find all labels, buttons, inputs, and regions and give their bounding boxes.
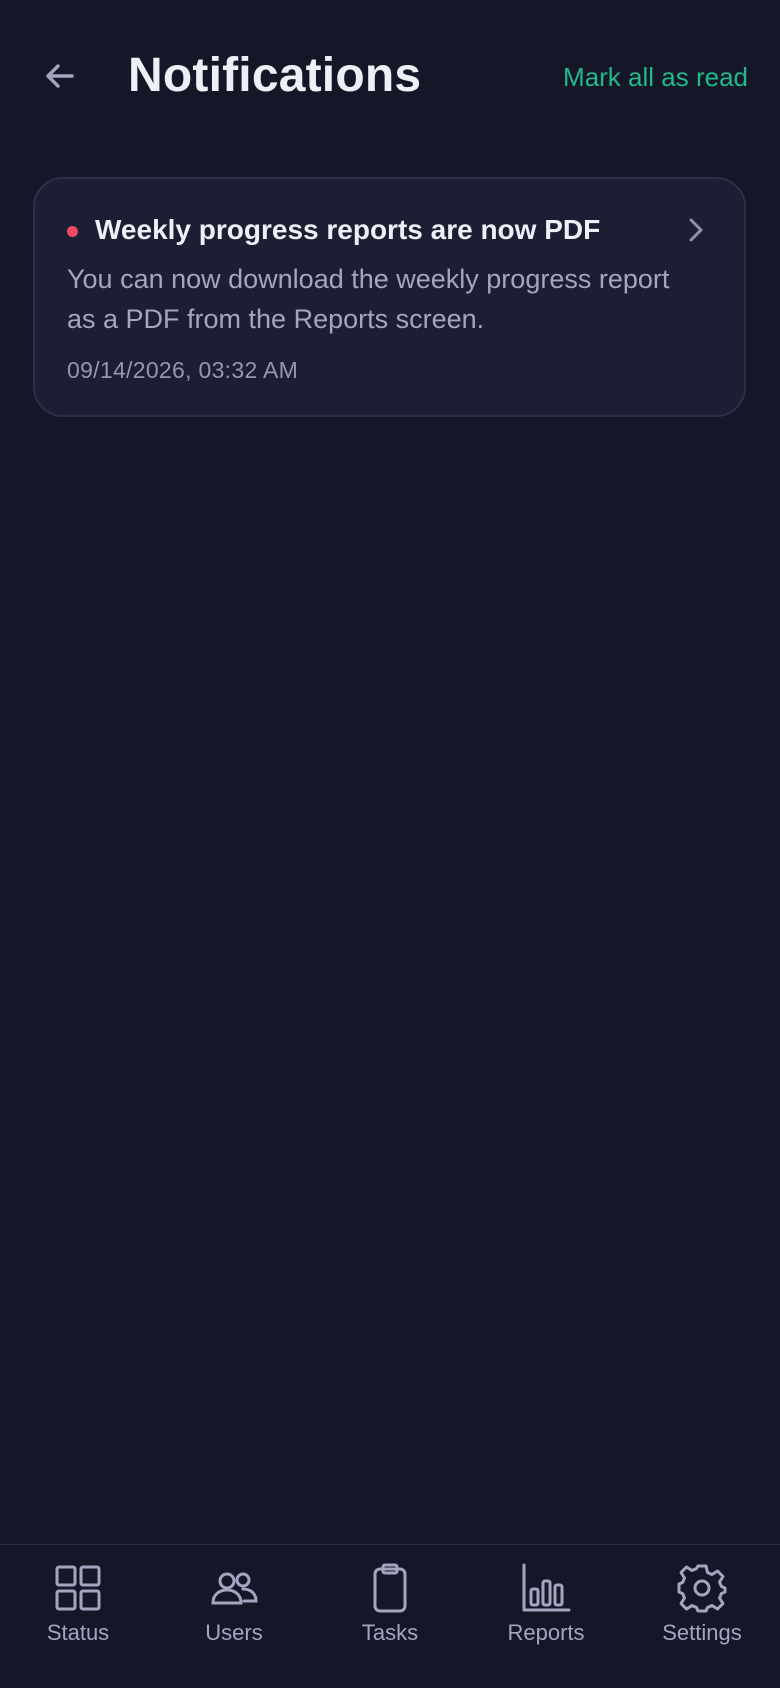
nav-label-reports: Reports bbox=[507, 1620, 585, 1645]
notification-title: Weekly progress reports are now PDF bbox=[95, 214, 601, 245]
chevron-right-icon bbox=[689, 218, 703, 242]
nav-item-settings[interactable]: Settings bbox=[624, 1545, 780, 1688]
grid-icon bbox=[55, 1565, 101, 1611]
mark-all-read-button[interactable]: Mark all as read bbox=[563, 60, 748, 94]
nav-label-users: Users bbox=[205, 1620, 263, 1645]
arrow-left-icon bbox=[46, 64, 74, 88]
back-button[interactable] bbox=[38, 54, 82, 98]
nav-item-reports[interactable]: Reports bbox=[468, 1545, 624, 1688]
nav-label-tasks: Tasks bbox=[361, 1620, 419, 1645]
header: Notifications Mark all as read bbox=[0, 0, 780, 150]
page-title: Notifications bbox=[128, 49, 422, 102]
gear-icon bbox=[677, 1564, 727, 1613]
clipboard-icon bbox=[373, 1563, 407, 1613]
nav-item-users[interactable]: Users bbox=[156, 1545, 312, 1688]
bottom-nav: Status Users Tasks Reports Settings bbox=[0, 1544, 780, 1688]
users-icon bbox=[211, 1572, 258, 1605]
notification-card[interactable]: Weekly progress reports are now PDF You … bbox=[33, 177, 746, 417]
bar-chart-icon bbox=[522, 1563, 571, 1612]
nav-label-settings: Settings bbox=[662, 1620, 742, 1645]
nav-item-status[interactable]: Status bbox=[0, 1545, 156, 1688]
notification-body: You can now download the weekly progress… bbox=[67, 264, 670, 334]
unread-dot bbox=[67, 226, 78, 237]
nav-item-tasks[interactable]: Tasks bbox=[312, 1545, 468, 1688]
notification-timestamp: 09/14/2026, 03:32 AM bbox=[67, 357, 299, 383]
notifications-screen: Notifications Mark all as read Weekly pr… bbox=[0, 0, 780, 1688]
nav-label-status: Status bbox=[46, 1620, 110, 1645]
